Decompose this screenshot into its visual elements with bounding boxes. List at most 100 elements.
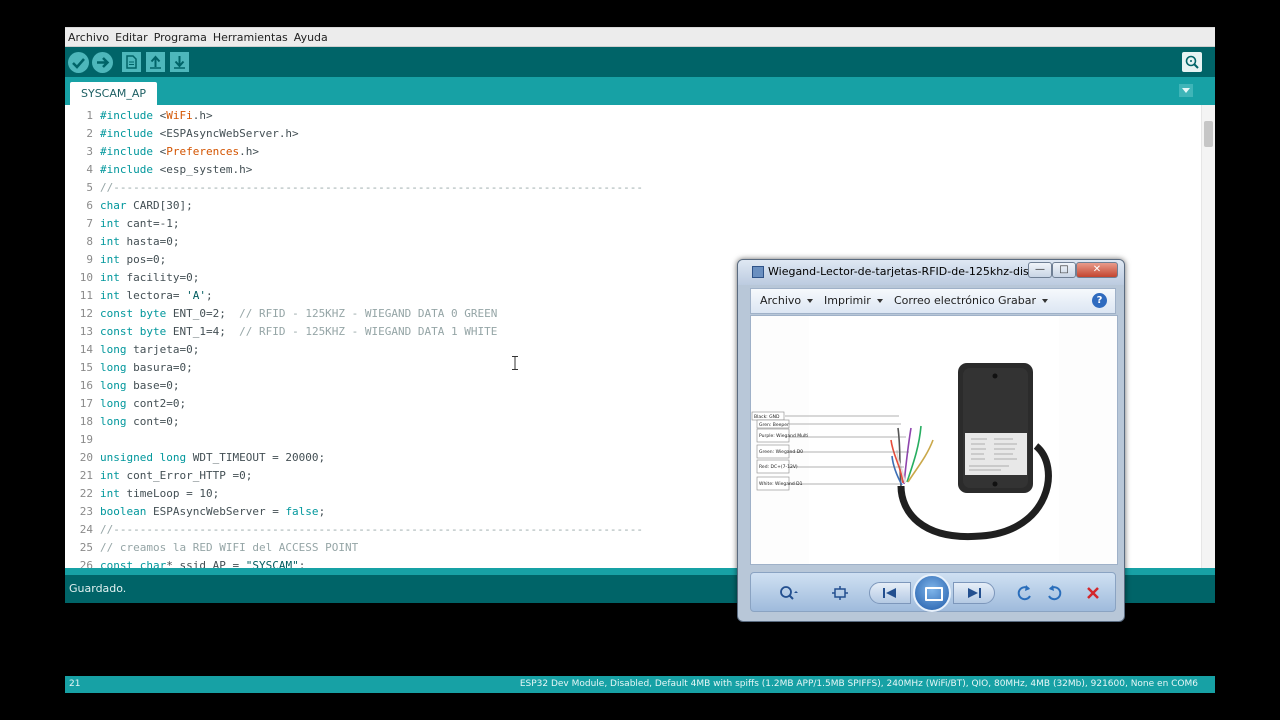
minimize-button[interactable]: —	[1028, 262, 1052, 278]
menu-ayuda[interactable]: Ayuda	[291, 28, 331, 45]
tab-menu-dropdown-icon[interactable]	[1179, 84, 1193, 97]
close-button[interactable]: ✕	[1076, 262, 1118, 278]
menu-archivo[interactable]: Archivo	[65, 28, 112, 45]
fit-icon[interactable]	[829, 583, 851, 603]
zoom-icon[interactable]	[777, 583, 799, 603]
code-line[interactable]: int cant=-1;	[100, 215, 179, 233]
rotate-left-icon[interactable]	[1014, 583, 1036, 603]
code-line[interactable]: #include <esp_system.h>	[100, 161, 252, 179]
magnifier-icon	[1185, 55, 1199, 69]
code-token: #include	[100, 127, 153, 140]
upload-button[interactable]	[92, 52, 113, 73]
menu-editar[interactable]: Editar	[112, 28, 151, 45]
code-token: long	[100, 379, 127, 392]
line-number: 2	[86, 127, 93, 140]
viewer-menu-imprimir[interactable]: Imprimir	[824, 294, 883, 307]
tab-bar: SYSCAM_AP	[65, 77, 1215, 105]
save-sketch-button[interactable]	[170, 52, 189, 72]
wire-label-black: Black: GND	[754, 414, 780, 420]
verify-button[interactable]	[68, 52, 89, 73]
code-line[interactable]: int timeLoop = 10;	[100, 485, 219, 503]
code-line[interactable]: int facility=0;	[100, 269, 199, 287]
code-line[interactable]: long tarjeta=0;	[100, 341, 199, 359]
menu-herramientas[interactable]: Herramientas	[210, 28, 291, 45]
code-token: boolean	[100, 505, 147, 518]
viewer-menu-label: Archivo	[760, 294, 802, 307]
minimize-icon: —	[1035, 264, 1045, 275]
previous-button[interactable]	[869, 582, 911, 604]
tab-syscam-ap[interactable]: SYSCAM_AP	[70, 82, 158, 105]
photo-viewer-app-icon	[752, 266, 764, 278]
help-icon[interactable]: ?	[1092, 293, 1107, 308]
code-token: CARD[30];	[126, 199, 193, 212]
line-number: 6	[86, 199, 93, 212]
viewer-menu-label: Imprimir	[824, 294, 871, 307]
code-line[interactable]: const byte ENT_0=2; // RFID - 125KHZ - W…	[100, 305, 497, 323]
code-line[interactable]: #include <ESPAsyncWebServer.h>	[100, 125, 299, 143]
code-token: base=0;	[126, 379, 180, 392]
slideshow-icon[interactable]	[913, 574, 951, 612]
next-button[interactable]	[953, 582, 995, 604]
line-number: 14	[79, 343, 93, 356]
code-line[interactable]: // creamos la RED WIFI del ACCESS POINT	[100, 539, 358, 557]
code-line[interactable]: boolean ESPAsyncWebServer = false;	[100, 503, 325, 521]
viewer-title-bar[interactable]: Wiegand-Lector-de-tarjetas-RFID-de-125kh…	[738, 260, 1124, 285]
code-line[interactable]: //--------------------------------------…	[100, 521, 643, 539]
code-token: int	[100, 253, 120, 266]
code-token: 'A'	[186, 289, 206, 302]
text-cursor-icon	[512, 356, 518, 370]
code-line[interactable]: int hasta=0;	[100, 233, 179, 251]
wire-label-purple: Purple: Wiegand Multi	[759, 433, 808, 439]
cursor-line-number: 21	[69, 679, 81, 689]
menu-programa[interactable]: Programa	[151, 28, 210, 45]
line-number: 21	[79, 469, 93, 482]
code-line[interactable]: int pos=0;	[100, 251, 166, 269]
code-token: cant=-1;	[119, 217, 180, 230]
code-line[interactable]: int lectora= 'A';	[100, 287, 213, 305]
code-line[interactable]: //--------------------------------------…	[100, 179, 643, 197]
line-number: 26	[79, 559, 93, 568]
code-token: long	[100, 361, 127, 374]
wire-label-beeper: Gren: Beeper	[759, 422, 789, 428]
board-info-bar: 21 ESP32 Dev Module, Disabled, Default 4…	[65, 676, 1215, 693]
code-line[interactable]: const byte ENT_1=4; // RFID - 125KHZ - W…	[100, 323, 497, 341]
code-token: timeLoop = 10;	[119, 487, 220, 500]
code-token: <ESPAsyncWebServer.h>	[152, 127, 299, 140]
code-line[interactable]: #include <WiFi.h>	[100, 107, 213, 125]
line-number: 15	[79, 361, 93, 374]
code-line[interactable]: const char* ssid_AP = "SYSCAM";	[100, 557, 305, 568]
viewer-menu-correo[interactable]: Correo electrónico	[894, 294, 995, 307]
new-sketch-button[interactable]	[122, 52, 141, 72]
code-line[interactable]: long cont2=0;	[100, 395, 186, 413]
code-line[interactable]: long basura=0;	[100, 359, 193, 377]
code-token: char	[100, 199, 127, 212]
arrow-right-icon	[97, 57, 110, 68]
line-number: 9	[86, 253, 93, 266]
close-icon: ✕	[1092, 264, 1102, 275]
vertical-scrollbar[interactable]	[1201, 105, 1215, 568]
viewer-command-bar: Archivo Imprimir Correo electrónico Grab…	[750, 288, 1116, 314]
rotate-right-icon[interactable]	[1043, 583, 1065, 603]
viewer-menu-grabar[interactable]: Grabar	[998, 294, 1049, 307]
serial-monitor-button[interactable]	[1182, 52, 1202, 72]
open-sketch-button[interactable]	[146, 52, 165, 72]
code-token: WiFi	[166, 109, 193, 122]
code-line[interactable]: long cont=0;	[100, 413, 179, 431]
next-icon	[968, 588, 981, 598]
code-token: //--------------------------------------…	[100, 181, 644, 194]
scrollbar-thumb[interactable]	[1204, 121, 1213, 147]
line-number: 18	[79, 415, 93, 428]
maximize-button[interactable]: □	[1052, 262, 1076, 278]
line-number: 25	[79, 541, 93, 554]
code-line[interactable]: int cont_Error_HTTP =0;	[100, 467, 252, 485]
code-line[interactable]: long base=0;	[100, 377, 179, 395]
code-token: * ssid_AP =	[166, 559, 246, 568]
line-number: 11	[79, 289, 93, 302]
code-token: ESPAsyncWebServer =	[146, 505, 286, 518]
code-line[interactable]: unsigned long WDT_TIMEOUT = 20000;	[100, 449, 325, 467]
code-line[interactable]: char CARD[30];	[100, 197, 193, 215]
delete-icon[interactable]	[1082, 583, 1104, 603]
code-token: int	[100, 487, 120, 500]
code-line[interactable]: #include <Preferences.h>	[100, 143, 259, 161]
viewer-menu-archivo[interactable]: Archivo	[760, 294, 814, 307]
